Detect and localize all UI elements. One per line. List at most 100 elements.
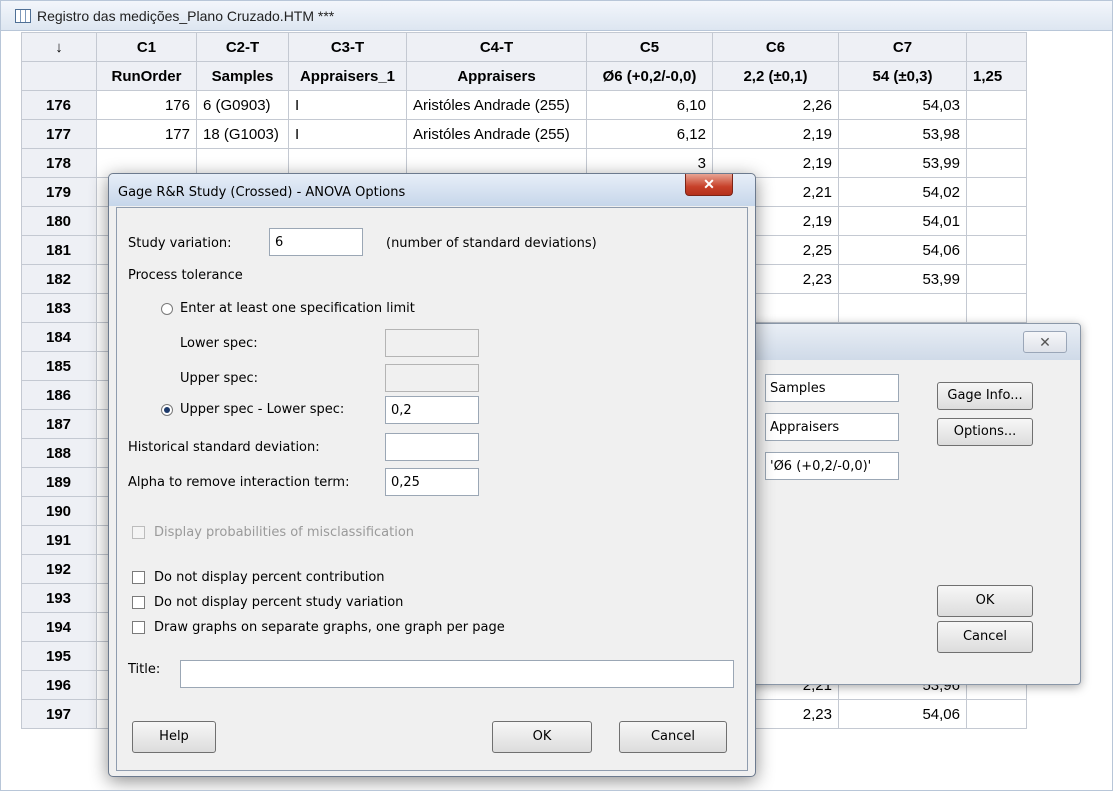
table-cell[interactable]: 176 (96, 90, 197, 120)
no-percent-study-label[interactable]: Do not display percent study variation (154, 595, 403, 610)
row-number[interactable]: 194 (21, 612, 97, 642)
gage-info-button[interactable]: Gage Info... (937, 382, 1033, 410)
table-cell[interactable] (838, 293, 967, 323)
table-cell[interactable]: 6,12 (586, 119, 713, 149)
close-icon[interactable]: ✕ (685, 174, 733, 196)
column-id[interactable]: C5 (586, 32, 713, 62)
column-name[interactable]: 2,2 (±0,1) (712, 61, 839, 91)
table-cell[interactable]: I (288, 119, 407, 149)
table-cell[interactable]: 6,10 (586, 90, 713, 120)
column-name[interactable]: Appraisers (406, 61, 587, 91)
row-number[interactable]: 187 (21, 409, 97, 439)
separate-graphs-checkbox[interactable] (132, 621, 145, 634)
row-number[interactable]: 179 (21, 177, 97, 207)
table-cell[interactable]: 18 (G1003) (196, 119, 289, 149)
close-icon[interactable]: ✕ (1023, 331, 1067, 353)
upper-minus-lower-radio[interactable] (161, 404, 173, 416)
row-number[interactable]: 181 (21, 235, 97, 265)
table-cell[interactable]: 54,06 (838, 699, 967, 729)
back-cancel-button[interactable]: Cancel (937, 621, 1033, 653)
column-id[interactable]: C1 (96, 32, 197, 62)
row-number[interactable]: 189 (21, 467, 97, 497)
ok-button[interactable]: OK (492, 721, 592, 753)
row-number[interactable]: 193 (21, 583, 97, 613)
row-number[interactable]: 183 (21, 293, 97, 323)
column-name[interactable]: Ø6 (+0,2/-0,0) (586, 61, 713, 91)
row-number[interactable]: 191 (21, 525, 97, 555)
upper-minus-lower-input[interactable]: 0,2 (385, 396, 479, 424)
back-ok-button[interactable]: OK (937, 585, 1033, 617)
row-number[interactable]: 178 (21, 148, 97, 178)
table-cell[interactable]: 53,99 (838, 264, 967, 294)
column-name[interactable]: Samples (196, 61, 289, 91)
row-number[interactable]: 185 (21, 351, 97, 381)
options-button[interactable]: Options... (937, 418, 1033, 446)
row-number[interactable]: 192 (21, 554, 97, 584)
part-numbers-field[interactable]: Samples (765, 374, 899, 402)
table-cell[interactable] (966, 119, 1027, 149)
table-cell[interactable]: 54,01 (838, 206, 967, 236)
row-number[interactable]: 182 (21, 264, 97, 294)
table-cell[interactable] (966, 177, 1027, 207)
historical-sd-input[interactable] (385, 433, 479, 461)
table-cell[interactable] (966, 148, 1027, 178)
measurement-data-field[interactable]: 'Ø6 (+0,2/-0,0)' (765, 452, 899, 480)
table-cell[interactable]: 53,98 (838, 119, 967, 149)
spec-limit-radio[interactable] (161, 303, 173, 315)
spec-limit-radio-label[interactable]: Enter at least one specification limit (180, 301, 415, 316)
table-cell[interactable]: 54,03 (838, 90, 967, 120)
column-id[interactable]: C3-T (288, 32, 407, 62)
table-cell[interactable] (966, 206, 1027, 236)
row-number[interactable]: 188 (21, 438, 97, 468)
column-name[interactable]: 54 (±0,3) (838, 61, 967, 91)
lower-spec-input[interactable] (385, 329, 479, 357)
table-cell[interactable]: 2,26 (712, 90, 839, 120)
column-name[interactable]: Appraisers_1 (288, 61, 407, 91)
column-name[interactable]: RunOrder (96, 61, 197, 91)
table-cell[interactable] (966, 264, 1027, 294)
table-cell[interactable]: 54,02 (838, 177, 967, 207)
no-percent-study-checkbox[interactable] (132, 596, 145, 609)
column-id[interactable]: C2-T (196, 32, 289, 62)
table-cell[interactable]: 53,99 (838, 148, 967, 178)
no-percent-contribution-label[interactable]: Do not display percent contribution (154, 570, 385, 585)
column-id[interactable] (966, 32, 1027, 62)
table-cell[interactable]: Aristóles Andrade (255) (406, 90, 587, 120)
column-id[interactable]: C4-T (406, 32, 587, 62)
operators-field[interactable]: Appraisers (765, 413, 899, 441)
upper-spec-input[interactable] (385, 364, 479, 392)
misclassification-checkbox[interactable] (132, 526, 145, 539)
row-number[interactable]: 176 (21, 90, 97, 120)
alpha-input[interactable]: 0,25 (385, 468, 479, 496)
study-variation-input[interactable]: 6 (269, 228, 363, 256)
row-number[interactable]: 190 (21, 496, 97, 526)
table-cell[interactable] (966, 235, 1027, 265)
main-dialog-titlebar[interactable]: ✕ (737, 324, 1080, 360)
table-cell[interactable]: 177 (96, 119, 197, 149)
table-cell[interactable] (966, 293, 1027, 323)
column-id[interactable]: C6 (712, 32, 839, 62)
upper-minus-lower-radio-label[interactable]: Upper spec - Lower spec: (180, 402, 344, 417)
title-input[interactable] (180, 660, 734, 688)
column-id[interactable]: C7 (838, 32, 967, 62)
worksheet-titlebar[interactable]: Registro das medições_Plano Cruzado.HTM … (1, 1, 1112, 31)
table-cell[interactable] (966, 90, 1027, 120)
help-button[interactable]: Help (132, 721, 216, 753)
row-number[interactable]: 177 (21, 119, 97, 149)
table-cell[interactable]: 2,19 (712, 119, 839, 149)
data-entry-arrow[interactable]: ↓ (21, 32, 97, 62)
row-number[interactable]: 197 (21, 699, 97, 729)
row-number[interactable]: 196 (21, 670, 97, 700)
table-cell[interactable]: Aristóles Andrade (255) (406, 119, 587, 149)
row-number[interactable]: 186 (21, 380, 97, 410)
anova-dialog-titlebar[interactable]: Gage R&R Study (Crossed) - ANOVA Options… (109, 174, 755, 206)
table-cell[interactable]: 6 (G0903) (196, 90, 289, 120)
column-name[interactable]: 1,25 (966, 61, 1027, 91)
row-number[interactable]: 195 (21, 641, 97, 671)
table-cell[interactable]: I (288, 90, 407, 120)
table-cell[interactable]: 54,06 (838, 235, 967, 265)
no-percent-contribution-checkbox[interactable] (132, 571, 145, 584)
row-number[interactable]: 184 (21, 322, 97, 352)
row-number[interactable]: 180 (21, 206, 97, 236)
separate-graphs-label[interactable]: Draw graphs on separate graphs, one grap… (154, 620, 505, 635)
